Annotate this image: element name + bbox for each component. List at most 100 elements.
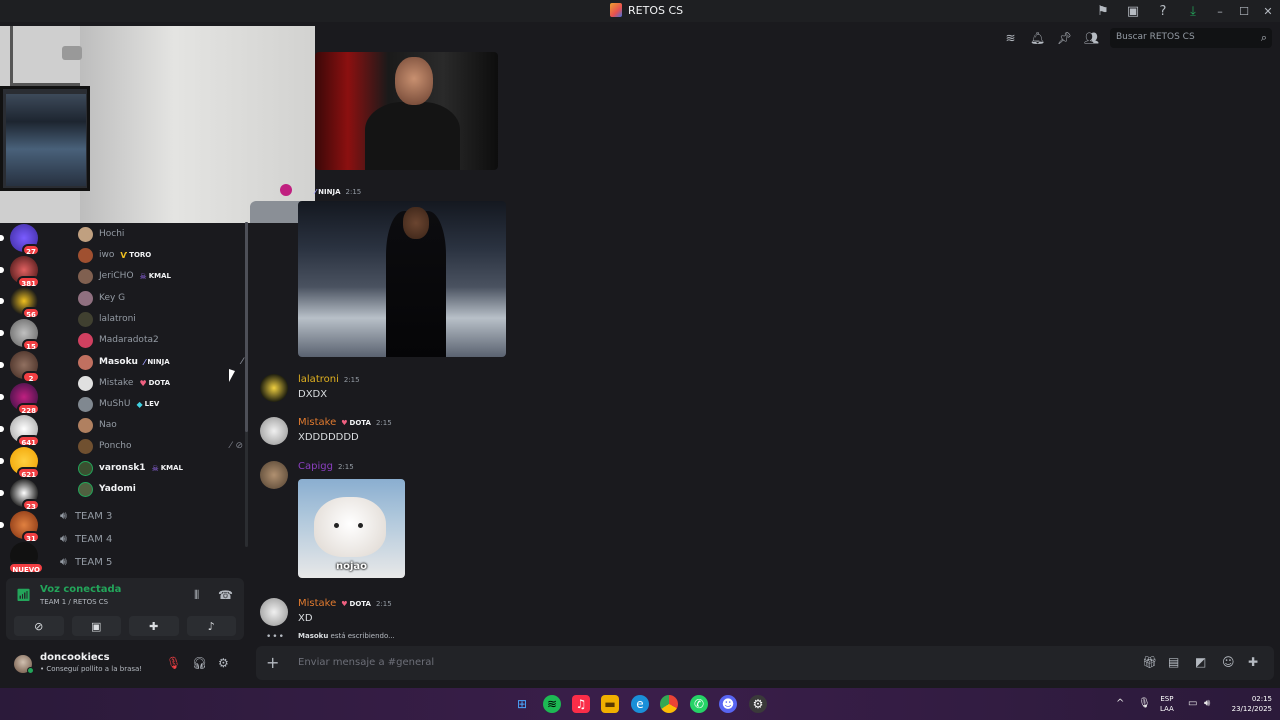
tray-chevron-icon[interactable]: ^ bbox=[1116, 698, 1124, 709]
voice-status[interactable]: Voz conectada bbox=[40, 584, 121, 595]
steam-icon[interactable]: ⚙ bbox=[749, 695, 767, 713]
member-list-scrollbar[interactable] bbox=[245, 222, 248, 547]
gif-icon[interactable]: ▤ bbox=[1168, 655, 1179, 669]
gift-icon[interactable]: 🎁︎ bbox=[1142, 655, 1157, 669]
pin-icon[interactable]: 📌︎ bbox=[1054, 28, 1075, 48]
message-input-placeholder[interactable]: Enviar mensaje a #general bbox=[298, 657, 434, 668]
download-icon[interactable]: ⤓ bbox=[1178, 0, 1208, 22]
voice-channel-team-5[interactable]: 🔊︎ TEAM 5 bbox=[60, 552, 112, 572]
server-icon[interactable]: 56 bbox=[0, 287, 40, 319]
member-item[interactable]: Poncho ⁄ ⊘ bbox=[78, 436, 243, 456]
folder-icon[interactable]: ▬ bbox=[601, 695, 619, 713]
timestamp: 2:15 bbox=[345, 188, 362, 196]
member-item[interactable]: Masoku ⁄ NINJA ⁄ bbox=[78, 352, 243, 372]
author-name[interactable]: Capigg bbox=[298, 461, 333, 472]
server-icon[interactable]: 31 bbox=[0, 511, 40, 543]
member-item[interactable]: JeriCHO ☠ KMAL bbox=[78, 266, 243, 286]
volume-icon[interactable]: 🔊︎ bbox=[1204, 698, 1210, 709]
speaker-icon: 🔊︎ bbox=[60, 509, 67, 522]
message-composer[interactable]: + Enviar mensaje a #general 🎁︎ ▤ ◩ ☺ ✚ bbox=[256, 646, 1274, 680]
edge-icon[interactable]: e bbox=[631, 695, 649, 713]
member-item[interactable]: varonsk1 ☠ KMAL bbox=[78, 458, 243, 478]
windows-start-icon[interactable]: ⊞ bbox=[513, 695, 531, 713]
muted-icon: ⁄ bbox=[229, 441, 232, 451]
member-item[interactable]: Yadomi bbox=[78, 479, 243, 499]
upload-plus-icon[interactable]: + bbox=[266, 653, 279, 672]
avatar bbox=[78, 417, 93, 433]
music-icon[interactable]: ♫ bbox=[572, 695, 590, 713]
help-icon[interactable]: ? bbox=[1148, 0, 1178, 22]
close-button[interactable]: ✕ bbox=[1256, 0, 1280, 22]
mic-muted-icon[interactable]: 🎙︎ bbox=[166, 656, 181, 670]
camera-off-button[interactable]: ⊘ bbox=[14, 616, 64, 636]
server-icon[interactable]: NUEVO bbox=[8, 542, 44, 574]
discord-icon[interactable]: ☻ bbox=[719, 695, 737, 713]
members-icon[interactable]: 👥︎ bbox=[1081, 28, 1102, 48]
disconnect-icon[interactable]: ☎ bbox=[218, 588, 233, 602]
server-icon[interactable]: 641 bbox=[0, 415, 40, 447]
custom-status: • Conseguí pollito a la brasa! bbox=[40, 665, 143, 673]
avatar[interactable] bbox=[260, 598, 288, 626]
search-input[interactable]: Buscar RETOS CS ⌕ bbox=[1110, 28, 1272, 48]
avatar[interactable] bbox=[260, 417, 288, 445]
soundboard-button[interactable]: ♪ bbox=[186, 616, 236, 636]
member-item[interactable]: Madaradota2 bbox=[78, 330, 243, 350]
avatar[interactable] bbox=[260, 461, 288, 489]
sticker-icon[interactable]: ◩ bbox=[1195, 655, 1206, 669]
threads-icon[interactable]: ≋ bbox=[1000, 28, 1021, 48]
voice-channel-path[interactable]: TEAM 1 / RETOS CS bbox=[40, 598, 108, 606]
member-item[interactable]: Mistake ♥ DOTA bbox=[78, 373, 243, 393]
signal-icon: 📶︎ bbox=[16, 588, 32, 602]
message-header: Mistake ♥ DOTA 2:15 bbox=[298, 598, 392, 609]
clock[interactable]: 02:15 23/12/2025 bbox=[1222, 694, 1272, 714]
role-tag: ♥ DOTA bbox=[341, 599, 371, 608]
server-icon[interactable]: 15 bbox=[0, 319, 40, 351]
role-tag: Ѵ TORO bbox=[120, 250, 152, 260]
activities-button[interactable]: ✚ bbox=[129, 616, 179, 636]
server-icon[interactable]: 27 bbox=[0, 224, 40, 256]
avatar[interactable] bbox=[260, 374, 288, 402]
message-header: Capigg 2:15 bbox=[298, 461, 354, 472]
member-item[interactable]: Nao bbox=[78, 415, 243, 435]
voice-channel-team-4[interactable]: 🔊︎ TEAM 4 bbox=[60, 529, 112, 549]
heart-icon: ♥ bbox=[341, 418, 348, 427]
username[interactable]: doncookiecs bbox=[40, 652, 110, 663]
voice-channel-team-3[interactable]: 🔊︎ TEAM 3 bbox=[60, 506, 112, 526]
server-icon[interactable]: 23 bbox=[0, 479, 40, 511]
server-icon[interactable]: 2 bbox=[0, 351, 40, 383]
server-icon[interactable]: 621 bbox=[0, 447, 40, 479]
server-icon[interactable]: 381 bbox=[0, 256, 40, 288]
bell-icon[interactable]: 🔔︎ bbox=[1027, 28, 1048, 48]
flag-icon[interactable]: ⚑ bbox=[1088, 0, 1118, 22]
server-icon[interactable]: 228 bbox=[0, 383, 40, 415]
message-image[interactable]: nojao bbox=[298, 479, 405, 578]
message-image[interactable] bbox=[315, 52, 498, 170]
message-image[interactable] bbox=[298, 201, 506, 357]
noise-suppression-icon[interactable]: ⦀ bbox=[194, 588, 199, 603]
member-item[interactable]: MuShU ◆ LEV bbox=[78, 394, 243, 414]
role-tag: ♥ DOTA bbox=[139, 378, 171, 388]
spotify-icon[interactable]: ≋ bbox=[543, 695, 561, 713]
screen-share-button[interactable]: ▣ bbox=[71, 616, 121, 636]
member-item[interactable]: iwo Ѵ TORO bbox=[78, 245, 243, 265]
maximize-button[interactable]: ☐ bbox=[1232, 0, 1256, 22]
whatsapp-icon[interactable]: ✆ bbox=[690, 695, 708, 713]
chrome-icon[interactable] bbox=[660, 695, 678, 713]
mic-icon[interactable]: 🎙︎ bbox=[1138, 698, 1151, 709]
screen-share-icon[interactable]: ▣ bbox=[1118, 0, 1148, 22]
author-name[interactable]: lalatroni bbox=[298, 374, 339, 385]
speaker-icon: 🔊︎ bbox=[60, 555, 67, 568]
network-icon[interactable]: ▭ bbox=[1188, 698, 1197, 709]
language-indicator[interactable]: ESP LAA bbox=[1160, 694, 1174, 714]
member-item[interactable]: Key G bbox=[78, 288, 243, 308]
apps-icon[interactable]: ✚ bbox=[1248, 655, 1258, 669]
gear-icon[interactable]: ⚙ bbox=[218, 656, 229, 670]
member-item[interactable]: Hochi bbox=[78, 224, 243, 244]
message-text: XDDDDDDD bbox=[298, 432, 359, 443]
author-name[interactable]: Mistake bbox=[298, 417, 336, 428]
author-name[interactable]: Mistake bbox=[298, 598, 336, 609]
headphones-icon[interactable]: 🎧︎ bbox=[192, 656, 207, 670]
member-item[interactable]: lalatroni bbox=[78, 309, 243, 329]
emoji-icon[interactable]: ☺ bbox=[1222, 655, 1235, 669]
minimize-button[interactable]: – bbox=[1208, 0, 1232, 22]
